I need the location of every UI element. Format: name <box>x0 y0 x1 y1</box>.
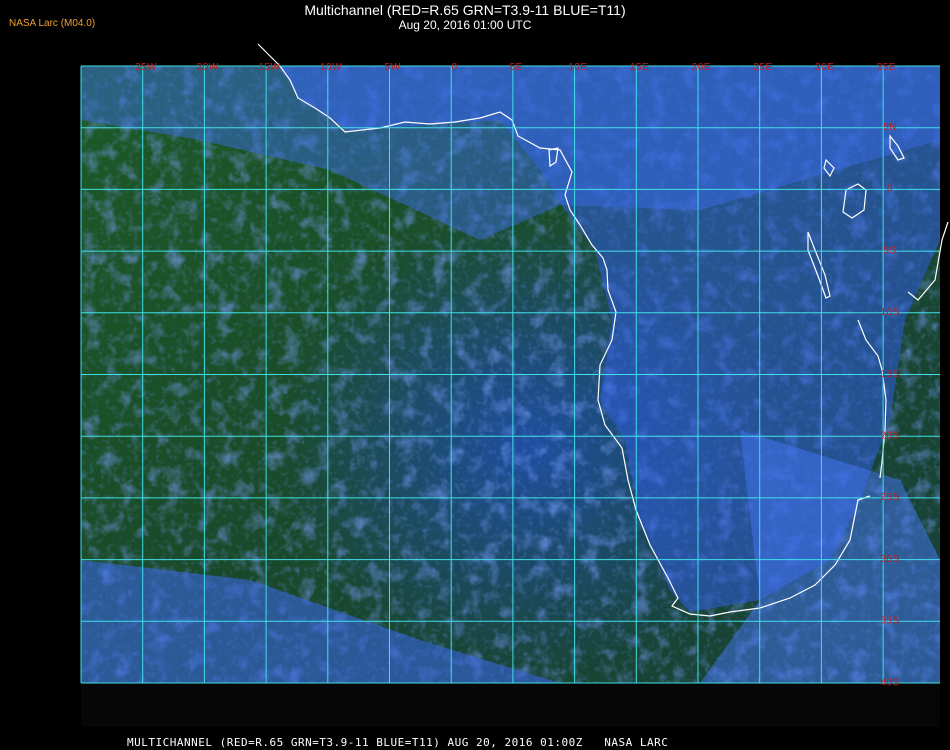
longitude-label: 15W <box>258 62 280 73</box>
longitude-label: 25W <box>135 62 157 73</box>
longitude-label: 15E <box>630 62 649 73</box>
footer-caption: MULTICHANNEL (RED=R.65 GRN=T3.9-11 BLUE=… <box>127 736 669 749</box>
longitude-label: 30E <box>815 62 834 73</box>
longitude-label: 10E <box>568 62 587 73</box>
longitude-label: 25E <box>753 62 772 73</box>
latitude-label: 30S <box>880 554 899 565</box>
latitude-label: 10S <box>880 307 899 318</box>
longitude-label: 20W <box>197 62 219 73</box>
longitude-label: 5W <box>385 62 401 73</box>
longitude-label: 20E <box>692 62 711 73</box>
latitude-label: 25S <box>880 492 899 503</box>
latitude-label: 5N <box>883 122 897 133</box>
longitude-label: 5E <box>510 62 523 73</box>
latitude-label: 35S <box>880 616 899 627</box>
longitude-label: 10W <box>320 62 342 73</box>
latitude-label: 40S <box>880 677 899 688</box>
latitude-label: 15S <box>880 369 899 380</box>
latitude-label: 20S <box>880 431 899 442</box>
latitude-label: 5S <box>883 245 896 256</box>
longitude-label: 35E <box>877 62 896 73</box>
latitude-label: 0 <box>887 184 893 195</box>
satellite-map: 25W 20W 15W 10W 5W 0 5E 10E 15E 20E 25E 30E 35E 5N 0 5S… <box>80 43 949 727</box>
longitude-label: 0 <box>451 62 457 73</box>
